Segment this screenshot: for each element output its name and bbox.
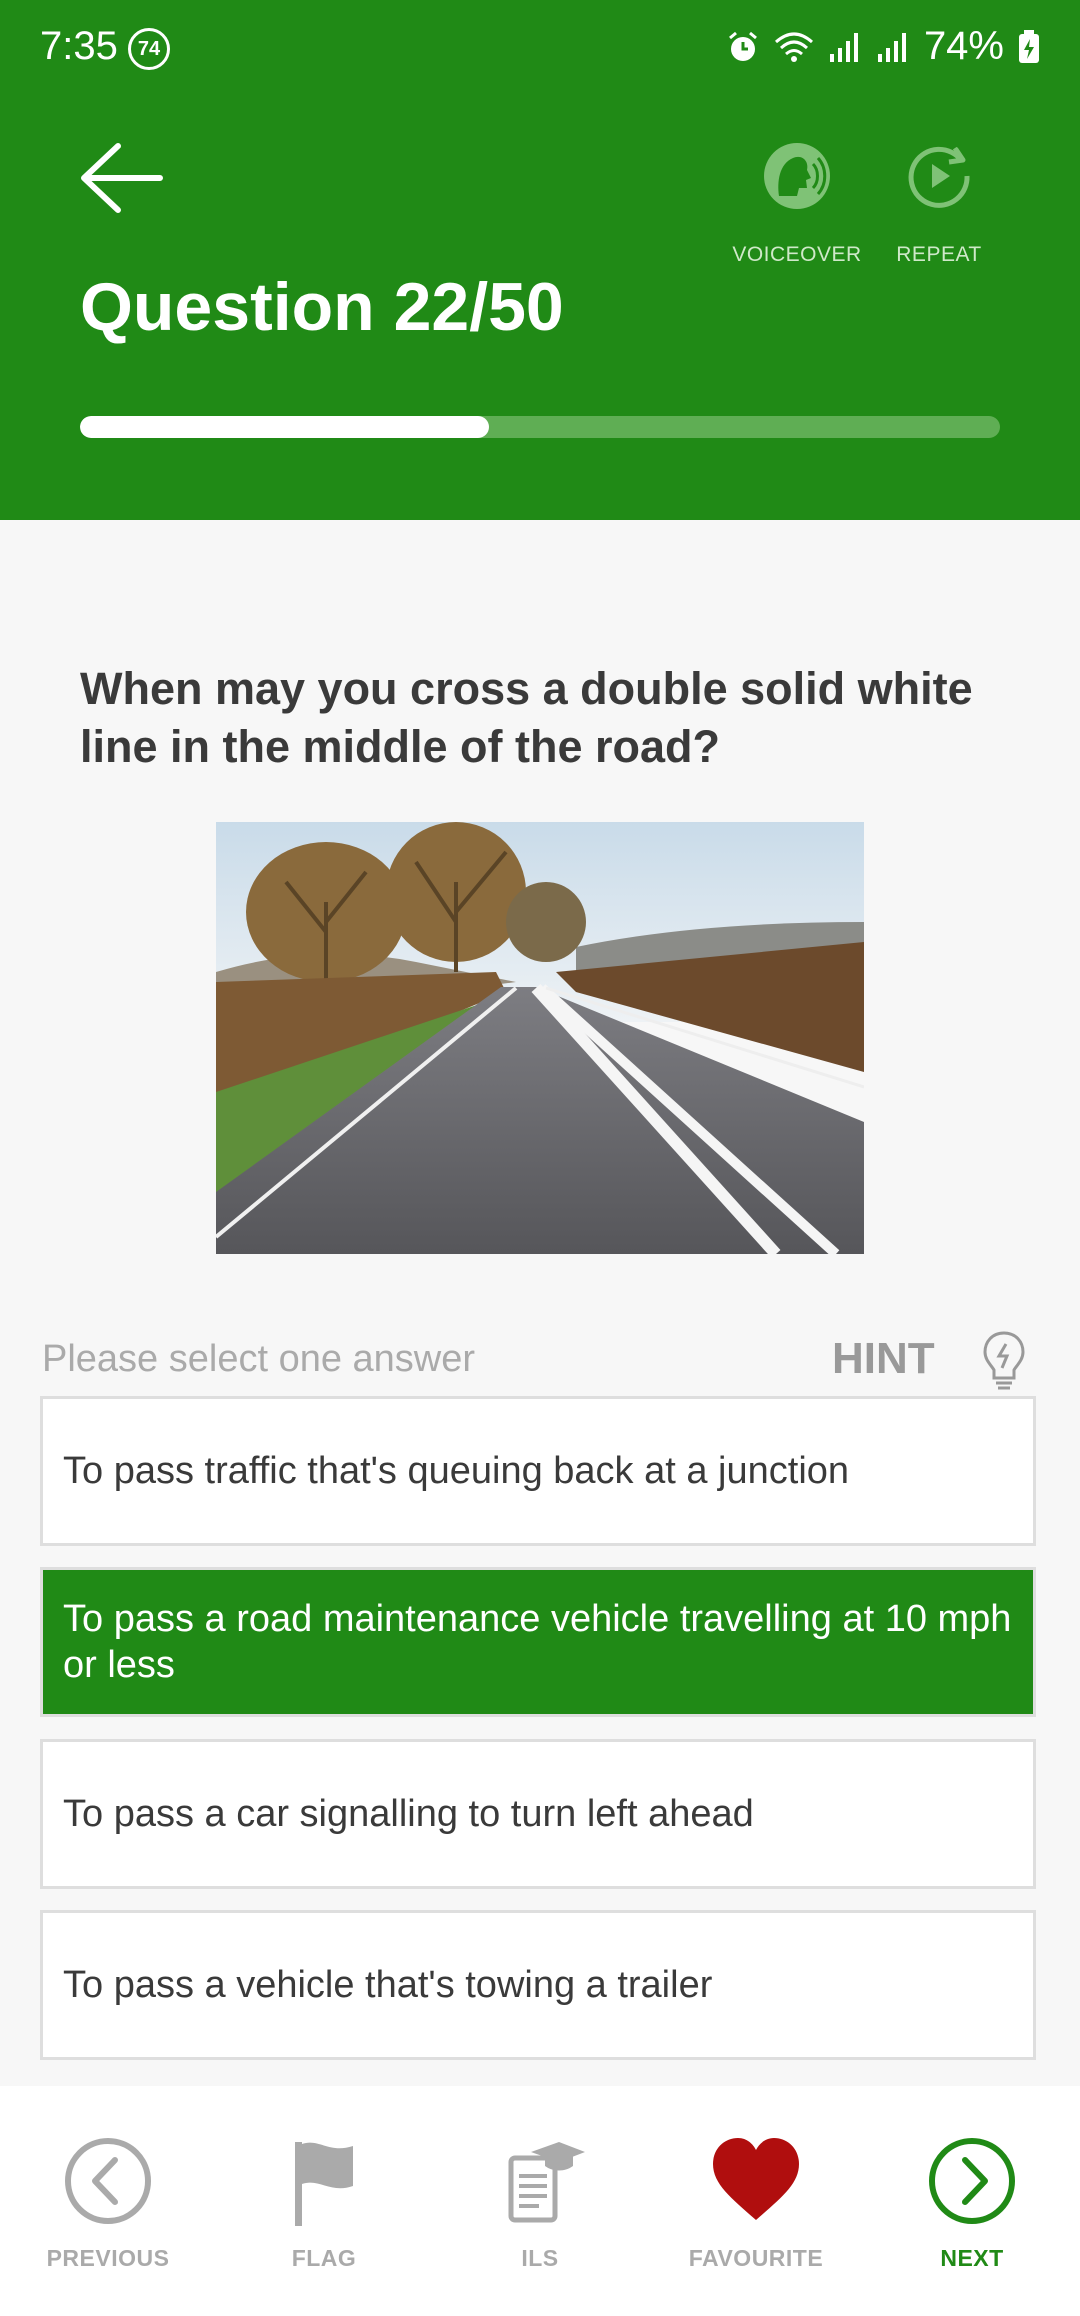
answer-option-4-label: To pass a vehicle that's towing a traile… [63,1964,713,2006]
bottom-nav: PREVIOUS FLAG ILS FAVOURITE NEXT [0,2086,1080,2316]
wifi-icon [774,32,813,62]
progress-fill [80,416,490,438]
voiceover-button[interactable]: VOICEOVER [732,142,862,267]
answer-option-3-label: To pass a car signalling to turn left ah… [63,1793,754,1835]
status-icons: 74% [726,24,1040,69]
next-label: NEXT [940,2245,1004,2271]
voiceover-icon [764,143,830,209]
answer-instruction: Please select one answer [42,1338,476,1380]
back-arrow-icon[interactable] [78,142,164,214]
next-button[interactable]: NEXT [892,2136,1052,2272]
favourite-button[interactable]: FAVOURITE [676,2136,836,2272]
signal-icon [829,32,858,62]
status-badge: 74 [128,28,170,70]
repeat-icon [908,146,970,208]
signal-icon-2 [877,32,906,62]
repeat-button[interactable]: REPEAT [886,142,992,267]
flag-icon [295,2142,353,2226]
answer-option-2[interactable]: To pass a road maintenance vehicle trave… [40,1567,1036,1717]
flag-label: FLAG [291,2245,357,2271]
battery-icon [1019,29,1039,63]
answer-option-1[interactable]: To pass traffic that's queuing back at a… [40,1396,1036,1546]
answer-option-2-label: To pass a road maintenance vehicle trave… [63,1598,1012,1686]
previous-label: PREVIOUS [46,2245,170,2271]
alarm-icon [728,31,757,61]
voiceover-label: VOICEOVER [732,243,862,266]
previous-button[interactable]: PREVIOUS [28,2136,188,2272]
page-title: Question 22/50 [80,269,564,345]
heart-icon [713,2138,799,2220]
previous-icon [65,2138,151,2224]
answer-option-4[interactable]: To pass a vehicle that's towing a traile… [40,1910,1036,2060]
favourite-label: FAVOURITE [688,2245,824,2271]
hint-button[interactable]: HINT [832,1334,935,1384]
ils-icon [508,2142,585,2223]
road-image [216,822,864,1254]
lightbulb-icon[interactable] [982,1330,1026,1392]
battery-percent: 74% [923,24,1004,68]
ils-button[interactable]: ILS [460,2136,620,2272]
status-bar: 7:35 74 74% [0,0,1080,96]
answer-option-1-label: To pass traffic that's queuing back at a… [63,1450,850,1492]
ils-label: ILS [521,2245,559,2271]
answer-option-3[interactable]: To pass a car signalling to turn left ah… [40,1739,1036,1889]
question-text: When may you cross a double solid white … [80,663,973,772]
repeat-label: REPEAT [896,243,982,266]
progress-bar [80,416,1000,438]
status-time: 7:35 [40,24,118,68]
flag-button[interactable]: FLAG [244,2136,404,2272]
next-icon [929,2138,1015,2224]
